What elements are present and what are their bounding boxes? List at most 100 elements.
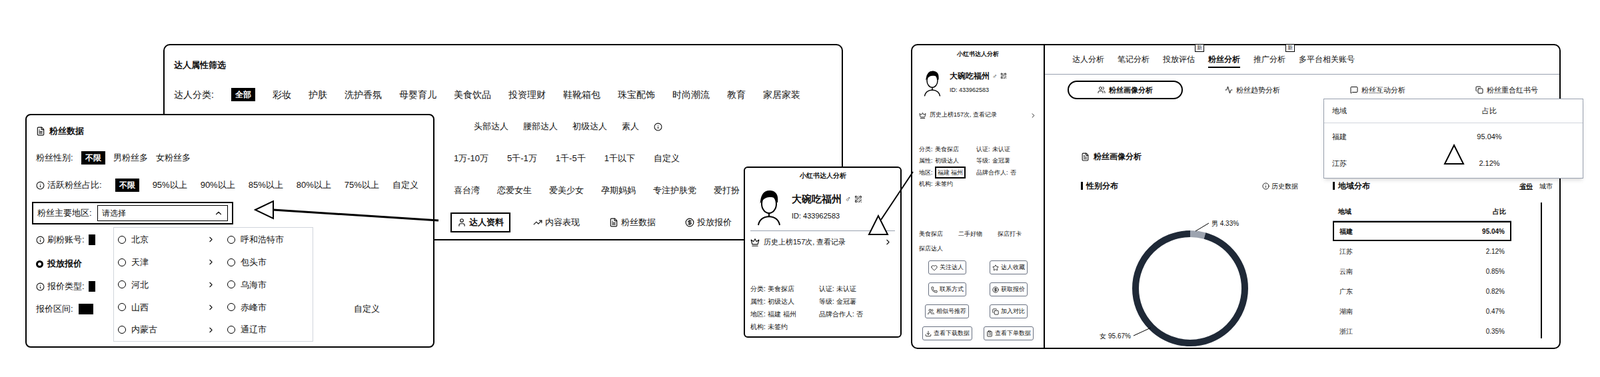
fan-count-option[interactable]: 1千-5千 xyxy=(555,151,586,166)
scrollbar[interactable] xyxy=(1540,202,1543,339)
radio-icon xyxy=(117,235,126,244)
sub-tab[interactable]: 粉丝趋势分析 xyxy=(1224,84,1281,96)
analysis-tab[interactable]: 多平台相关账号 xyxy=(1298,51,1355,68)
region-select[interactable]: 请选择 xyxy=(97,205,228,222)
fan-count-option[interactable]: 自定义 xyxy=(653,151,680,166)
table-row[interactable]: 浙江0.35% xyxy=(1332,321,1512,342)
analysis-tab[interactable]: 推广分析新 xyxy=(1253,51,1286,68)
level-option[interactable]: 初级达人 xyxy=(572,119,608,134)
city-option[interactable]: 包头市 xyxy=(220,251,313,274)
table-row[interactable]: 湖南0.47% xyxy=(1332,301,1512,322)
info-item: 分类:美食探店 xyxy=(750,282,819,296)
fan-tag-option[interactable]: 恋爱女生 xyxy=(497,183,532,198)
category-option[interactable]: 鞋靴箱包 xyxy=(563,87,601,102)
active-ratio-option[interactable]: 80%以上 xyxy=(296,178,332,192)
analysis-tab[interactable]: 投放评估新 xyxy=(1162,51,1195,68)
qr-code-icon[interactable] xyxy=(1000,72,1007,80)
action-button[interactable]: 查看下单数据 xyxy=(983,326,1034,342)
fan-tag-option[interactable]: 喜台湾 xyxy=(453,183,480,198)
column-title: 小红书达人分析 xyxy=(918,47,1037,62)
city-option[interactable]: 呼和浩特市 xyxy=(220,228,313,252)
action-button[interactable]: 获取报价 xyxy=(989,282,1028,298)
gender-option[interactable]: 男粉丝多 xyxy=(113,151,148,165)
sub-tab[interactable]: 粉丝重合红书号 xyxy=(1475,84,1539,96)
detail-tab[interactable]: 粉丝数据 xyxy=(602,212,663,233)
category-option[interactable]: 彩妆 xyxy=(272,87,292,102)
province-option[interactable]: 山西 xyxy=(113,295,221,319)
history-row[interactable]: 历史上榜157次, 查看记录 xyxy=(918,103,1037,127)
category-option[interactable]: 珠宝配饰 xyxy=(617,87,656,102)
region-mode[interactable]: 城市 xyxy=(1539,181,1553,192)
action-button[interactable]: 关注达人 xyxy=(928,260,967,276)
custom-option[interactable]: 自定义 xyxy=(353,302,380,316)
category-option[interactable]: 全部 xyxy=(231,87,256,102)
option-chip[interactable] xyxy=(88,281,96,292)
radio-icon xyxy=(117,303,126,312)
category-option[interactable]: 投资理财 xyxy=(508,87,546,102)
detail-tab[interactable]: 达人资料 xyxy=(450,212,511,233)
analysis-tab[interactable]: 达人分析 xyxy=(1072,51,1105,68)
active-ratio-option[interactable]: 自定义 xyxy=(392,178,419,192)
city-option[interactable]: 赤峰市 xyxy=(220,295,313,319)
history-row[interactable]: 历史上榜157次, 查看记录 xyxy=(750,230,895,254)
category-option[interactable]: 母婴育儿 xyxy=(399,87,437,102)
detail-tab[interactable]: 内容表现 xyxy=(526,212,587,233)
chevron-right-icon xyxy=(1029,111,1037,120)
region-mode[interactable]: 省份 xyxy=(1519,181,1533,192)
fan-tag-option[interactable]: 爱美少女 xyxy=(549,183,584,198)
action-button[interactable]: 达人收藏 xyxy=(989,260,1028,276)
action-button[interactable]: 联系方式 xyxy=(928,282,967,298)
fans-data-panel: 粉丝数据粉丝性别:不限男粉丝多女粉丝多活跃粉丝占比:不限95%以上90%以上85… xyxy=(25,113,435,348)
option-chip[interactable] xyxy=(88,234,96,246)
option-chip[interactable] xyxy=(78,303,94,315)
active-ratio-option[interactable]: 75%以上 xyxy=(344,178,380,192)
fan-count-option[interactable]: 1万-10万 xyxy=(453,151,489,166)
active-ratio-option[interactable]: 95%以上 xyxy=(152,178,188,192)
level-option[interactable]: 腰部达人 xyxy=(523,119,558,134)
fan-count-option[interactable]: 5千-1万 xyxy=(507,151,538,166)
province-option[interactable]: 天津 xyxy=(113,251,221,274)
analysis-tab[interactable]: 粉丝分析 xyxy=(1208,51,1241,68)
sub-tab[interactable]: 粉丝互动分析 xyxy=(1350,84,1406,96)
category-option[interactable]: 教育 xyxy=(727,87,746,102)
fan-tag-option[interactable]: 孕期妈妈 xyxy=(601,183,636,198)
action-button[interactable]: 相似号推荐 xyxy=(924,304,969,320)
info-item: 品牌合作人:否 xyxy=(976,166,1037,179)
analysis-tab[interactable]: 笔记分析 xyxy=(1117,51,1150,68)
active-ratio-option[interactable]: 90%以上 xyxy=(200,178,236,192)
table-row[interactable]: 江苏2.12% xyxy=(1332,241,1512,262)
category-option[interactable]: 护肤 xyxy=(308,87,328,102)
category-option[interactable]: 时尚潮流 xyxy=(672,87,710,102)
level-option[interactable]: 素人 xyxy=(621,119,640,134)
active-ratio-option[interactable]: 不限 xyxy=(115,178,140,192)
sub-tab[interactable]: 粉丝画像分析 xyxy=(1067,80,1183,100)
gender-option[interactable]: 不限 xyxy=(81,151,106,165)
category-option[interactable]: 洗护香氛 xyxy=(344,87,382,102)
fan-count-option[interactable]: 1千以下 xyxy=(604,151,636,166)
active-ratio-option[interactable]: 85%以上 xyxy=(248,178,284,192)
category-option[interactable]: 美食饮品 xyxy=(453,87,492,102)
section-icon xyxy=(1080,152,1090,162)
city-option[interactable]: 乌海市 xyxy=(220,273,313,297)
level-option[interactable]: 头部达人 xyxy=(473,119,509,134)
tag-list: 美食探店二手好物探店打卡探店达人 xyxy=(918,227,1037,257)
radio-icon xyxy=(117,258,126,267)
action-button[interactable]: 加入对比 xyxy=(989,304,1028,320)
province-option[interactable]: 内蒙古 xyxy=(113,318,221,342)
action-button[interactable]: 查看下载数据 xyxy=(922,326,973,342)
analysis-tabs: 达人分析笔记分析投放评估新粉丝分析推广分析新多平台相关账号 xyxy=(1044,45,1560,75)
city-option[interactable]: 通辽市 xyxy=(220,318,313,342)
history-link[interactable]: 历史数据 xyxy=(1262,181,1299,192)
detail-tab[interactable]: 投放报价 xyxy=(678,212,739,233)
fan-tag-option[interactable]: 爱打扮 xyxy=(713,183,740,198)
table-row[interactable]: 福建95.04% xyxy=(1332,221,1512,242)
gender-option[interactable]: 女粉丝多 xyxy=(155,151,191,165)
province-option[interactable]: 河北 xyxy=(113,273,221,297)
table-row[interactable]: 广东0.82% xyxy=(1332,281,1512,302)
province-option[interactable]: 北京 xyxy=(113,228,221,252)
table-row[interactable]: 云南0.85% xyxy=(1332,261,1512,282)
fan-tag-option[interactable]: 专注护肤党 xyxy=(653,183,697,198)
category-option[interactable]: 家居家装 xyxy=(763,87,801,102)
action-icon xyxy=(992,308,999,316)
qr-code-icon[interactable] xyxy=(854,195,863,204)
